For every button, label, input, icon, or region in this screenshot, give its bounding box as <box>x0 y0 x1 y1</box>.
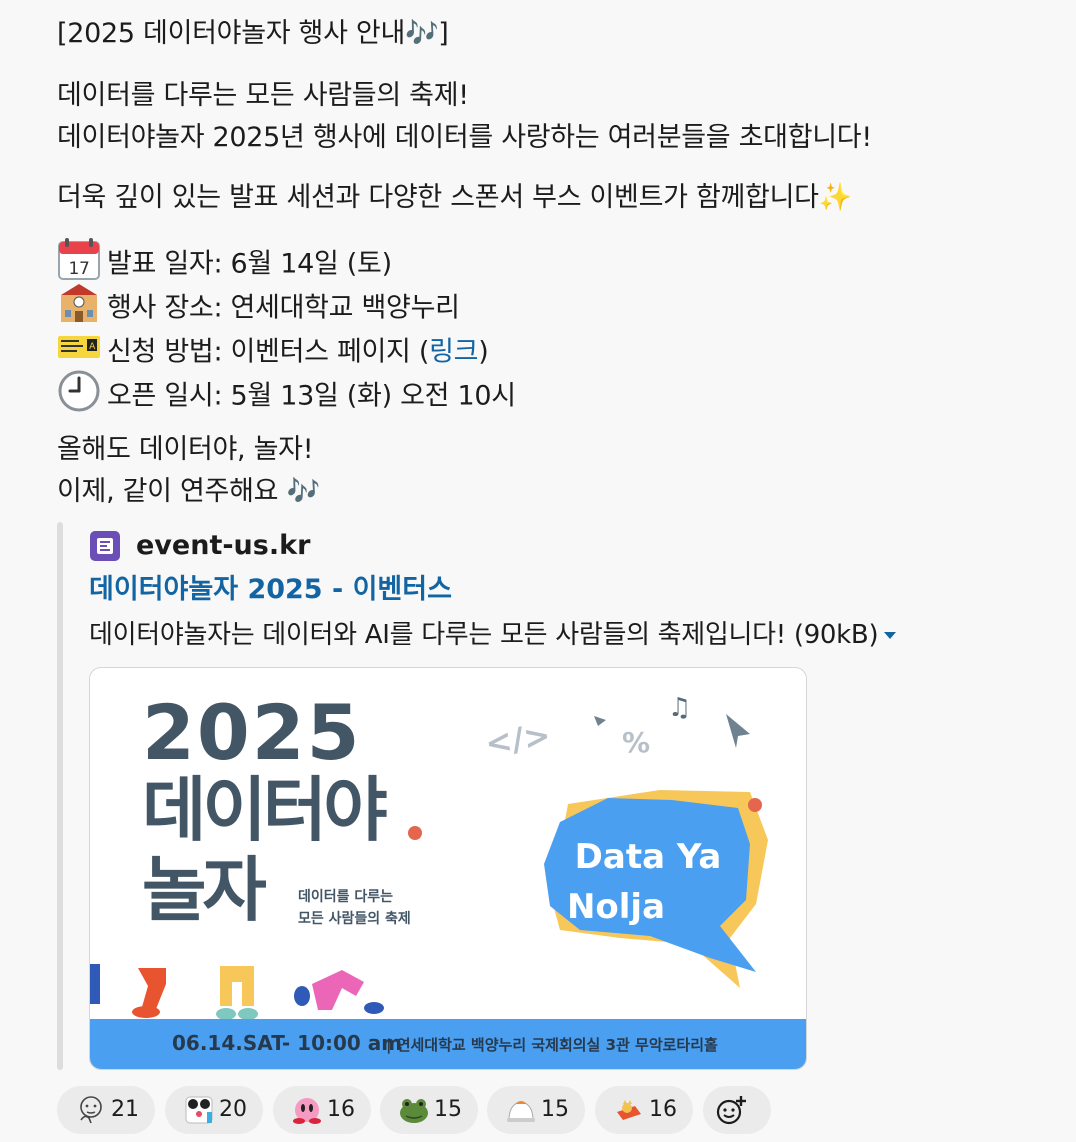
outro-line-1: 올해도 데이터야, 놀자! <box>57 434 314 465</box>
link-unfurl: event-us.kr 데이터야놀자 2025 - 이벤터스 데이터야놀자는 데… <box>57 522 1017 1070</box>
poster-title-2: 놀자 <box>142 849 267 931</box>
reaction-count: 20 <box>219 1097 247 1122</box>
cursor-icon <box>726 714 750 748</box>
add-reaction-button[interactable] <box>703 1086 771 1134</box>
detail-date-text: 발표 일자: 6월 14일 (토) <box>107 248 392 280</box>
site-favicon-icon <box>90 531 120 561</box>
reaction-kirby[interactable]: 16 <box>273 1086 371 1134</box>
message-title: [2025 데이터야놀자 행사 안내🎶] <box>57 18 449 49</box>
attachment-description-text: 데이터야놀자는 데이터와 AI를 다루는 모든 사람들의 축제입니다! (90k… <box>89 620 879 650</box>
feet-yellow <box>220 966 254 1006</box>
poster-title-1: 데이터야 <box>142 769 388 851</box>
reaction-count: 15 <box>434 1097 462 1122</box>
reaction-cat[interactable]: 15 <box>487 1086 585 1134</box>
poster-subtitle-2: 모든 사람들의 축제 <box>298 911 411 927</box>
clock-icon <box>57 369 101 425</box>
attachment-bar <box>57 522 63 1070</box>
bubble-text-1: Data Ya <box>575 837 722 877</box>
detail-open: 오픈 일시: 5월 13일 (화) 오전 10시 <box>57 369 516 425</box>
poster-subtitle-1: 데이터를 다루는 <box>298 889 394 905</box>
reaction-count: 15 <box>541 1097 569 1122</box>
detail-apply-text: 신청 방법: 이벤터스 페이지 ( <box>107 336 430 368</box>
reaction-thinking[interactable]: 21 <box>57 1086 155 1134</box>
feet-blue <box>90 964 100 1004</box>
svg-text:17: 17 <box>68 259 89 279</box>
site-name[interactable]: event-us.kr <box>136 526 310 566</box>
percent-symbol-icon: % <box>622 726 650 759</box>
reaction-count: 21 <box>111 1097 139 1122</box>
collapse-caret-icon[interactable] <box>884 632 897 639</box>
attachment-title-link[interactable]: 데이터야놀자 2025 - 이벤터스 <box>89 570 452 610</box>
outro-line-2: 이제, 같이 연주해요 🎶 <box>57 476 320 507</box>
speech-bubble <box>544 798 756 972</box>
detail-open-text: 오픈 일시: 5월 13일 (화) 오전 10시 <box>107 380 516 412</box>
feet-pink <box>312 970 364 1010</box>
preview-image[interactable]: </> % ♫ Data Ya Nolja 2025 데이터야 놀자 데이터를 … <box>89 667 807 1070</box>
music-note-icon: ♫ <box>668 693 691 723</box>
intro-line-2: 데이터야놀자 2025년 행사에 데이터를 사랑하는 여러분들을 초대합니다! <box>57 122 872 153</box>
cat-box-icon <box>617 1100 641 1120</box>
accent-dot <box>748 798 762 812</box>
small-arrow-icon <box>594 716 606 726</box>
attachment-description: 데이터야놀자는 데이터와 AI를 다루는 모든 사람들의 축제입니다! (90k… <box>89 615 897 655</box>
poster-date: 06.14.SAT- 10:00 am <box>172 1031 403 1055</box>
thinking-face-icon <box>80 1096 102 1124</box>
reaction-count: 16 <box>327 1097 355 1122</box>
code-symbol-icon: </> <box>483 716 553 763</box>
panda-icon <box>185 1096 213 1124</box>
poster-venue: | 연세대학교 백양누리 국제회의실 3관 무악로타리홀 <box>386 1036 718 1054</box>
poster-year: 2025 <box>142 688 362 777</box>
intro-line-1: 데이터를 다루는 모든 사람들의 축제! <box>57 80 469 111</box>
intro-line-3: 더욱 깊이 있는 발표 세션과 다양한 스폰서 부스 이벤트가 함께합니다✨ <box>57 182 852 213</box>
reaction-panda[interactable]: 20 <box>165 1086 263 1134</box>
bubble-text-2: Nolja <box>567 887 665 927</box>
frog-icon <box>400 1099 428 1123</box>
add-reaction-icon <box>716 1096 746 1125</box>
reaction-cat-box[interactable]: 16 <box>595 1086 693 1134</box>
reaction-count: 16 <box>649 1097 677 1122</box>
poster-dot <box>408 826 422 840</box>
cat-icon <box>507 1101 535 1122</box>
apply-link[interactable]: 링크 <box>429 337 478 368</box>
detail-venue-text: 행사 장소: 연세대학교 백양누리 <box>107 292 460 324</box>
kirby-icon <box>293 1098 321 1124</box>
detail-apply-close: ) <box>478 336 489 368</box>
reaction-frog[interactable]: 15 <box>380 1086 478 1134</box>
